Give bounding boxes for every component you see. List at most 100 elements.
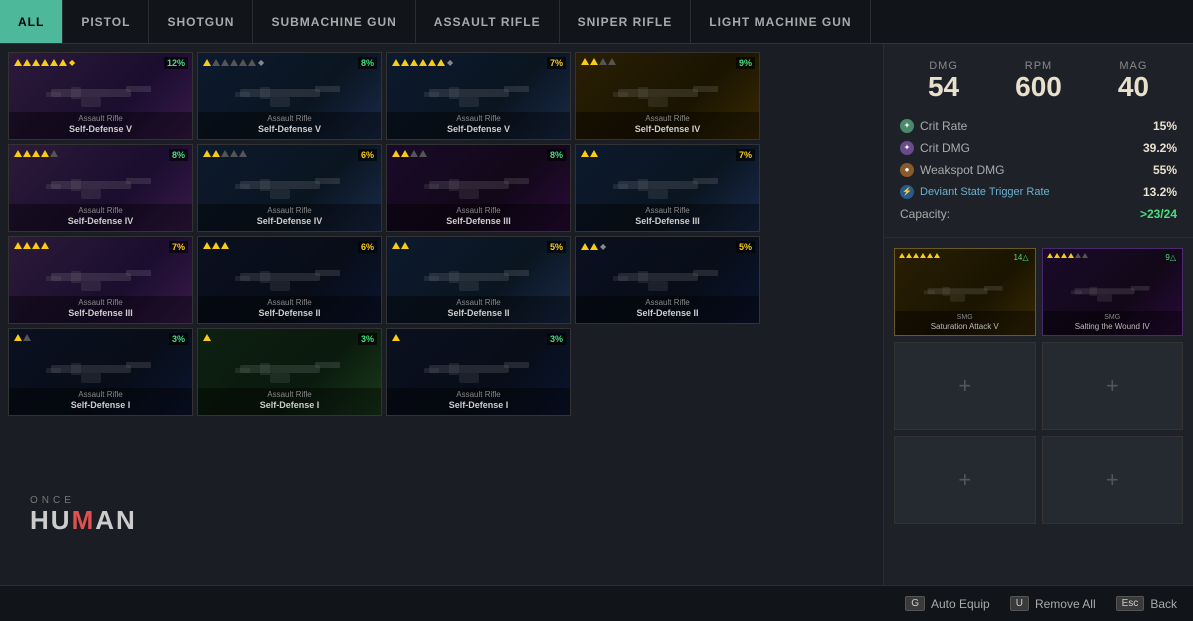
- card-label: Assault Rifle Self-Defense V: [9, 112, 192, 139]
- card-type: Assault Rifle: [389, 206, 568, 216]
- equipment-slot-4[interactable]: +: [1042, 342, 1184, 430]
- tab-submachine[interactable]: SUBMACHINE GUN: [253, 0, 415, 43]
- stat-rpm: RPM 600: [1015, 60, 1062, 103]
- weapon-card[interactable]: 5% Assault Rifle Self-Defense II: [386, 236, 571, 324]
- card-type: Assault Rifle: [389, 390, 568, 400]
- card-label: Assault Rifle Self-Defense V: [198, 112, 381, 139]
- auto-equip-key: G: [905, 596, 925, 611]
- card-name: Self-Defense II: [389, 308, 568, 320]
- card-type: Assault Rifle: [578, 114, 757, 124]
- add-slot-icon: +: [958, 467, 971, 493]
- weapon-card[interactable]: 7% Assault Rifle Self-Defense III: [8, 236, 193, 324]
- weapon-card[interactable]: 6% Assault Rifle Self-Defense II: [197, 236, 382, 324]
- main-content: ◆ 12% Assault Rifle Self-Defense V: [0, 44, 1193, 585]
- card-badge: 7%: [736, 149, 755, 161]
- weapon-card[interactable]: ◆ 8% Assault Rifle Self-Defense V: [197, 52, 382, 140]
- remove-all-label: Remove All: [1035, 597, 1096, 611]
- remove-all-key: U: [1010, 596, 1029, 611]
- equipment-slot-6[interactable]: +: [1042, 436, 1184, 524]
- card-stars: [14, 334, 31, 341]
- card-type: Assault Rifle: [578, 206, 757, 216]
- card-stars: [392, 150, 427, 157]
- weapon-card[interactable]: 6% Assault Rifle Self-Defense IV: [197, 144, 382, 232]
- card-label: Assault Rifle Self-Defense IV: [9, 204, 192, 231]
- navigation-bar: ALL PISTOL SHOTGUN SUBMACHINE GUN ASSAUL…: [0, 0, 1193, 44]
- card-name: Self-Defense II: [578, 308, 757, 320]
- dmg-value: 54: [928, 72, 959, 103]
- tab-sniper-rifle[interactable]: SNIPER RIFLE: [560, 0, 692, 43]
- crit-rate-icon: ✦: [900, 119, 914, 133]
- slot-badge: 9△: [1162, 252, 1179, 263]
- tab-pistol[interactable]: PISTOL: [63, 0, 149, 43]
- stat-dmg: DMG 54: [928, 60, 959, 103]
- crit-dmg-icon: ✦: [900, 141, 914, 155]
- card-stars: [14, 150, 58, 157]
- card-badge: 7%: [169, 241, 188, 253]
- card-stars: [14, 242, 49, 249]
- card-stars: [203, 242, 229, 249]
- equipment-slot-1[interactable]: 14△ SMG Saturation Attack V: [894, 248, 1036, 336]
- card-type: Assault Rifle: [389, 114, 568, 124]
- card-label: Assault Rifle Self-Defense IV: [198, 204, 381, 231]
- card-badge: 3%: [169, 333, 188, 345]
- equipment-slot-3[interactable]: +: [894, 342, 1036, 430]
- weapon-card[interactable]: 9% Assault Rifle Self-Defense IV: [575, 52, 760, 140]
- deviant-label: Deviant State Trigger Rate: [920, 186, 1050, 198]
- slots-row-3: + +: [894, 436, 1183, 524]
- crit-dmg-row: ✦ Crit DMG 39.2%: [900, 141, 1177, 155]
- weapon-card[interactable]: 8% Assault Rifle Self-Defense IV: [8, 144, 193, 232]
- card-badge: 8%: [547, 149, 566, 161]
- slots-row-2: + +: [894, 342, 1183, 430]
- card-label: Assault Rifle Self-Defense II: [387, 296, 570, 323]
- tab-all[interactable]: ALL: [0, 0, 63, 43]
- equipment-slot-2[interactable]: 9△ SMG Salting the Wound IV: [1042, 248, 1184, 336]
- add-slot-icon: +: [1106, 467, 1119, 493]
- card-type: Assault Rifle: [200, 390, 379, 400]
- slot-type: SMG: [897, 313, 1033, 322]
- right-panel: DMG 54 RPM 600 MAG 40 ✦ Crit Rate 15%: [883, 44, 1193, 585]
- auto-equip-action: G Auto Equip: [905, 596, 990, 611]
- slot-label: SMG Salting the Wound IV: [1043, 311, 1183, 334]
- card-stars: [392, 334, 400, 341]
- card-stars: ◆: [581, 242, 606, 251]
- card-stars: [392, 242, 409, 249]
- tab-assault-rifle[interactable]: ASSAULT RIFLE: [416, 0, 560, 43]
- logo-area: ONCE HUMAN: [30, 495, 137, 535]
- card-badge: 6%: [358, 149, 377, 161]
- crit-rate-label: Crit Rate: [920, 119, 967, 133]
- weapon-card[interactable]: ◆ 7% Assault Rifle Self-Defense V: [386, 52, 571, 140]
- slot-stars: [1047, 253, 1088, 258]
- weapon-card[interactable]: 3% Assault Rifle Self-Defense I: [386, 328, 571, 416]
- auto-equip-label: Auto Equip: [931, 597, 990, 611]
- mag-value: 40: [1118, 72, 1149, 103]
- deviant-value: 13.2%: [1143, 185, 1177, 199]
- logo-human: HUMAN: [30, 506, 137, 535]
- weapon-card[interactable]: 3% Assault Rifle Self-Defense I: [8, 328, 193, 416]
- weapon-card[interactable]: 3% Assault Rifle Self-Defense I: [197, 328, 382, 416]
- card-name: Self-Defense III: [389, 216, 568, 228]
- card-badge: 5%: [547, 241, 566, 253]
- card-name: Self-Defense I: [200, 400, 379, 412]
- weapon-card[interactable]: ◆ 12% Assault Rifle Self-Defense V: [8, 52, 193, 140]
- card-badge: 3%: [547, 333, 566, 345]
- weakspot-icon: ●: [900, 163, 914, 177]
- tab-shotgun[interactable]: SHOTGUN: [149, 0, 253, 43]
- card-badge: 8%: [169, 149, 188, 161]
- stats-top: DMG 54 RPM 600 MAG 40: [900, 60, 1177, 103]
- weapon-card[interactable]: 7% Assault Rifle Self-Defense III: [575, 144, 760, 232]
- card-name: Self-Defense IV: [11, 216, 190, 228]
- logo-man: M: [72, 505, 96, 535]
- slot-name: Saturation Attack V: [897, 322, 1033, 332]
- slot-label: SMG Saturation Attack V: [895, 311, 1035, 334]
- grid-row-0: ◆ 12% Assault Rifle Self-Defense V: [8, 52, 875, 140]
- card-type: Assault Rifle: [11, 298, 190, 308]
- card-name: Self-Defense II: [200, 308, 379, 320]
- equipment-slot-5[interactable]: +: [894, 436, 1036, 524]
- weapon-card[interactable]: ◆ 5% Assault Rifle Self-Defense II: [575, 236, 760, 324]
- card-label: Assault Rifle Self-Defense I: [387, 388, 570, 415]
- weakspot-row: ● Weakspot DMG 55%: [900, 163, 1177, 177]
- weapon-card[interactable]: 8% Assault Rifle Self-Defense III: [386, 144, 571, 232]
- deviant-icon: ⚡: [900, 185, 914, 199]
- tab-lmg[interactable]: LIGHT MACHINE GUN: [691, 0, 870, 43]
- card-label: Assault Rifle Self-Defense I: [9, 388, 192, 415]
